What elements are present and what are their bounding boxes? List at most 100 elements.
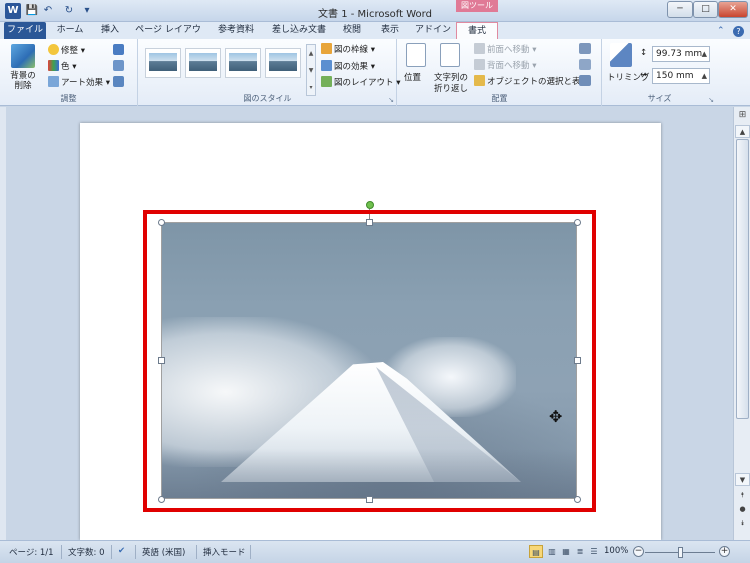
style-thumb-1[interactable] xyxy=(145,48,181,78)
picture-tools-label: 図ツール xyxy=(456,0,498,12)
collapse-ribbon-icon[interactable]: ⌃ xyxy=(717,26,725,36)
language-indicator[interactable]: 英語 (米国) xyxy=(142,546,185,558)
width-icon: ↔ xyxy=(640,70,648,80)
tab-format[interactable]: 書式 xyxy=(456,22,498,39)
title-bar: W 💾 ↶ ↻ ▾ 文書 1 - Microsoft Word 図ツール ─ □… xyxy=(0,0,750,22)
width-spin-icon[interactable]: ▲ xyxy=(702,69,707,83)
style-thumb-3[interactable] xyxy=(225,48,261,78)
red-highlight-box xyxy=(143,210,596,512)
zoom-slider-thumb[interactable] xyxy=(678,547,683,558)
shape-height-input[interactable]: 99.73 mm ▲ xyxy=(652,46,710,62)
maximize-button[interactable]: □ xyxy=(693,1,718,18)
draft-view-icon[interactable]: ☰ xyxy=(587,545,601,558)
close-button[interactable]: ✕ xyxy=(718,1,748,18)
help-icon[interactable]: ? xyxy=(733,26,744,37)
color-button[interactable]: 色 ▾ xyxy=(48,60,76,72)
picture-styles-launcher-icon[interactable]: ↘ xyxy=(388,96,394,104)
wrap-text-icon[interactable] xyxy=(440,43,460,67)
corrections-label: 修整 xyxy=(61,46,79,56)
picture-effects-icon xyxy=(321,60,332,71)
tab-review[interactable]: 校閲 xyxy=(337,22,367,39)
zoom-out-button[interactable]: − xyxy=(633,546,644,557)
bring-forward-button[interactable]: 前面へ移動 ▾ xyxy=(474,43,536,55)
selection-pane-icon xyxy=(474,75,485,86)
corrections-icon xyxy=(48,44,59,55)
print-layout-view-icon[interactable]: ▤ xyxy=(529,545,543,558)
insert-mode-indicator[interactable]: 挿入モード xyxy=(203,546,246,558)
arrange-group-label: 配置 xyxy=(491,94,508,103)
ruler-toggle-icon[interactable]: ⊞ xyxy=(736,109,749,122)
proofing-icon[interactable]: ✔ xyxy=(118,546,125,556)
size-group-label: サイズ xyxy=(647,94,672,103)
tab-home[interactable]: ホーム xyxy=(52,22,88,39)
vertical-scrollbar[interactable]: ⊞ ▲ ▼ ⯭ ● ⯯ xyxy=(733,107,750,540)
shape-width-input[interactable]: 150 mm ▲ xyxy=(652,68,710,84)
size-launcher-icon[interactable]: ↘ xyxy=(708,96,714,104)
compress-pictures-icon[interactable] xyxy=(113,44,124,55)
height-spin-icon[interactable]: ▲ xyxy=(702,47,707,61)
change-picture-icon[interactable] xyxy=(113,60,124,71)
tab-view[interactable]: 表示 xyxy=(374,22,406,39)
scroll-thumb[interactable] xyxy=(736,139,749,419)
full-screen-reading-icon[interactable]: ▥ xyxy=(545,545,559,558)
adjust-group-label: 調整 xyxy=(60,94,77,103)
word-count[interactable]: 文字数: 0 xyxy=(68,546,104,558)
height-icon: ↕ xyxy=(640,48,648,58)
position-icon[interactable] xyxy=(406,43,426,67)
picture-layout-button[interactable]: 図のレイアウト ▾ xyxy=(321,76,400,88)
scroll-down-button[interactable]: ▼ xyxy=(735,473,750,486)
align-icon[interactable] xyxy=(579,43,591,54)
previous-page-icon[interactable]: ⯭ xyxy=(735,488,750,502)
picture-effects-button[interactable]: 図の効果 ▾ xyxy=(321,60,375,72)
tab-references[interactable]: 参考資料 xyxy=(210,22,262,39)
tab-file[interactable]: ファイル xyxy=(4,22,46,39)
color-label: 色 xyxy=(61,62,70,72)
rotate-icon[interactable] xyxy=(579,75,591,86)
scroll-up-button[interactable]: ▲ xyxy=(735,125,750,138)
picture-border-label: 図の枠線 xyxy=(334,45,369,55)
corrections-button[interactable]: 修整 ▾ xyxy=(48,44,85,56)
group-icon[interactable] xyxy=(579,59,591,70)
outline-view-icon[interactable]: ≣ xyxy=(573,545,587,558)
shape-height-value: 99.73 mm xyxy=(656,49,703,59)
status-separator xyxy=(250,545,251,559)
styles-gallery-scroll[interactable]: ▲ ▼ ▾ xyxy=(306,44,316,96)
reset-picture-icon[interactable] xyxy=(113,76,124,87)
style-thumb-4[interactable] xyxy=(265,48,301,78)
browse-object-icon[interactable]: ● xyxy=(735,502,750,516)
tab-addins[interactable]: アドイン xyxy=(413,22,453,39)
picture-styles-group-label: 図のスタイル xyxy=(243,94,292,103)
style-thumb-2[interactable] xyxy=(185,48,221,78)
zoom-in-button[interactable]: + xyxy=(719,546,730,557)
position-button[interactable]: 位置 xyxy=(404,71,421,83)
zoom-level[interactable]: 100% xyxy=(604,546,628,556)
picture-layout-label: 図のレイアウト xyxy=(334,78,394,88)
artistic-effects-icon xyxy=(48,76,59,87)
send-backward-label: 背面へ移動 xyxy=(487,61,530,71)
tab-mailings[interactable]: 差し込み文書 xyxy=(267,22,331,39)
selection-pane-label: オブジェクトの選択と表示 xyxy=(487,77,590,87)
picture-border-icon xyxy=(321,43,332,54)
status-bar: ページ: 1/1 文字数: 0 ✔ 英語 (米国) 挿入モード ▤ ▥ ▦ ≣ … xyxy=(0,540,750,563)
ribbon: 背景の削除 修整 ▾ 色 ▾ アート効果 ▾ 調整 ▲ ▼ ▾ 図の枠線 ▾ 図の効… xyxy=(0,39,750,106)
status-separator xyxy=(61,545,62,559)
artistic-effects-button[interactable]: アート効果 ▾ xyxy=(48,76,110,88)
crop-icon[interactable] xyxy=(610,43,632,67)
picture-styles-group: ▲ ▼ ▾ 図の枠線 ▾ 図の効果 ▾ 図のレイアウト ▾ 図のスタイル ↘ xyxy=(139,39,400,106)
page-count[interactable]: ページ: 1/1 xyxy=(9,546,54,558)
picture-border-button[interactable]: 図の枠線 ▾ xyxy=(321,43,375,55)
picture-effects-label: 図の効果 xyxy=(334,62,369,72)
selection-pane-button[interactable]: オブジェクトの選択と表示 xyxy=(474,75,589,87)
rotate-handle[interactable] xyxy=(366,201,374,209)
remove-background-icon[interactable] xyxy=(11,44,35,68)
tab-insert[interactable]: 挿入 xyxy=(93,22,127,39)
artistic-effects-label: アート効果 xyxy=(61,78,103,88)
web-layout-icon[interactable]: ▦ xyxy=(559,545,573,558)
minimize-button[interactable]: ─ xyxy=(667,1,693,18)
tab-page-layout[interactable]: ページ レイアウト xyxy=(134,22,202,52)
send-backward-button[interactable]: 背面へ移動 ▾ xyxy=(474,59,536,71)
adjust-group: 背景の削除 修整 ▾ 色 ▾ アート効果 ▾ 調整 xyxy=(0,39,138,106)
remove-background-button[interactable]: 背景の削除 xyxy=(8,71,38,91)
next-page-icon[interactable]: ⯯ xyxy=(735,516,750,530)
color-icon xyxy=(48,60,59,71)
